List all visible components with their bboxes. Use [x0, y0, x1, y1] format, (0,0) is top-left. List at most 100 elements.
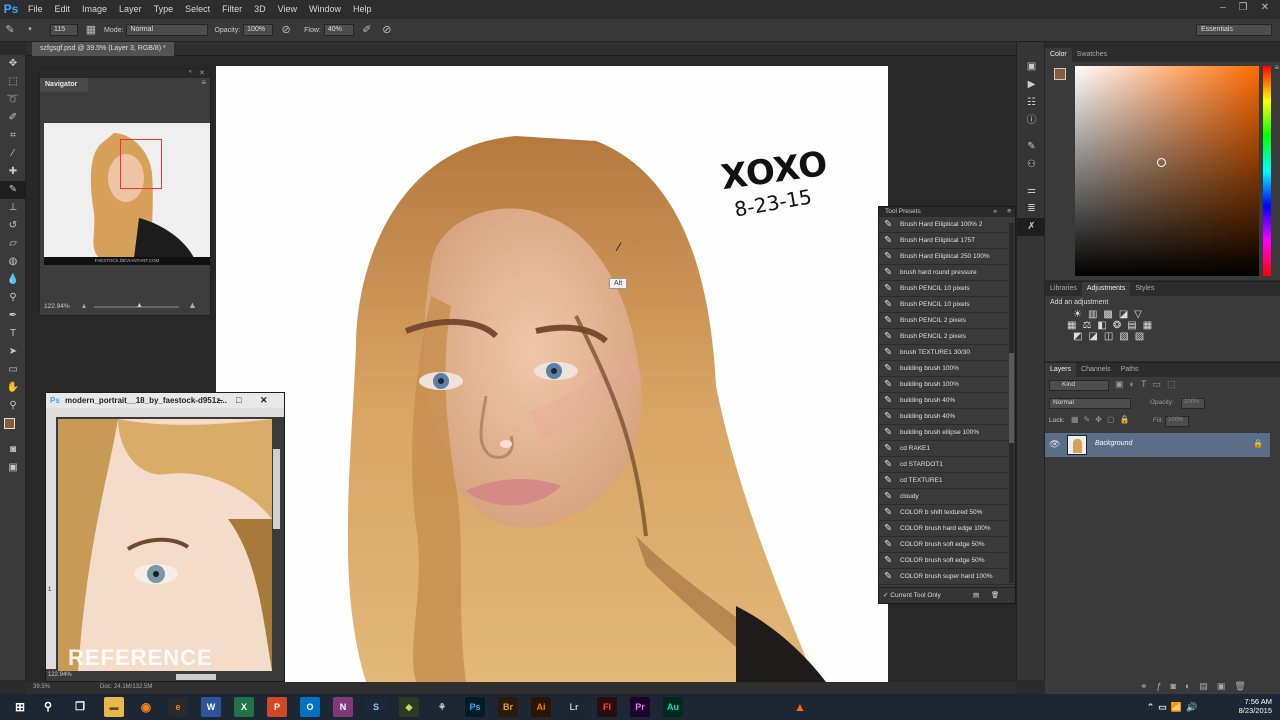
menu-select[interactable]: Select — [179, 0, 216, 19]
preset-item[interactable]: ✎ Brush PENCIL 10 pixels — [879, 297, 1015, 313]
character-panel-icon[interactable]: ⚌ — [1017, 182, 1046, 200]
hand-tool-icon[interactable]: ✋ — [0, 379, 26, 397]
foreground-color-chip[interactable] — [1054, 68, 1066, 80]
preset-item[interactable]: ✎ COLOR brush super hard 100% — [879, 569, 1015, 585]
hue-slider[interactable] — [1263, 66, 1271, 276]
layer-filter-icons[interactable]: ▣◐T▭⬚ — [1115, 379, 1181, 390]
lasso-tool-icon[interactable]: ➰ — [0, 91, 26, 109]
taskbar-app-icon[interactable]: e — [168, 697, 188, 717]
paragraph-panel-icon[interactable]: ≣ — [1017, 200, 1046, 218]
layer-name[interactable]: Background — [1095, 440, 1132, 447]
restore-icon[interactable]: ❐ — [1236, 2, 1250, 13]
airbrush-icon[interactable]: ✐ — [360, 23, 374, 37]
preset-item[interactable]: ✎ building brush ellipse 100% — [879, 425, 1015, 441]
maximize-icon[interactable]: □ — [236, 393, 241, 408]
adjustment-icons-row-3[interactable]: ◩◪◫▧▨ — [1045, 331, 1280, 342]
crop-tool-icon[interactable]: ⌗ — [0, 127, 26, 145]
panel-menu-icon[interactable]: ≡ — [1007, 207, 1011, 217]
color-field[interactable] — [1075, 66, 1259, 276]
screen-mode-icon[interactable]: ▣ — [0, 459, 26, 477]
menu-help[interactable]: Help — [347, 0, 378, 19]
preset-item[interactable]: ✎ Brush Hard Elliptical 175T — [879, 233, 1015, 249]
preset-item[interactable]: ✎ building brush 100% — [879, 361, 1015, 377]
taskbar-clock[interactable]: 7:56 AM 8/23/2015 — [1232, 697, 1272, 715]
tab-libraries[interactable]: Libraries — [1045, 282, 1082, 296]
navigator-view-box[interactable] — [120, 139, 162, 189]
panel-menu-icon[interactable]: ≡ — [201, 78, 206, 87]
close-icon[interactable]: ✕ — [260, 393, 268, 408]
info-icon[interactable]: ⓘ — [1017, 112, 1046, 130]
preset-item[interactable]: ✎ COLOR brush soft edge 50% — [879, 553, 1015, 569]
visibility-eye-icon[interactable]: 👁 — [1049, 439, 1060, 450]
preset-item[interactable]: ✎ building brush 40% — [879, 409, 1015, 425]
preset-item[interactable]: ✎ cd TEXTURE1 — [879, 473, 1015, 489]
preset-item[interactable]: ✎ COLOR brush soft edge 50% — [879, 537, 1015, 553]
mode-select[interactable]: Normal — [126, 24, 209, 36]
taskbar-app-icon[interactable]: Pr — [630, 697, 650, 717]
actions-icon[interactable]: ▶ — [1017, 76, 1046, 94]
healing-brush-tool-icon[interactable]: ✚ — [0, 163, 26, 181]
collapse-icon[interactable]: « — [189, 69, 192, 75]
tool-presets-icon[interactable]: ✗ — [1017, 218, 1046, 236]
taskbar-app-icon[interactable]: N — [333, 697, 353, 717]
taskbar-app-icon[interactable]: W — [201, 697, 221, 717]
lock-icons[interactable]: ▦✎✥▢🔒 — [1071, 415, 1134, 424]
color-swatches[interactable] — [0, 415, 26, 441]
history-brush-tool-icon[interactable]: ↺ — [0, 217, 26, 235]
zoom-tool-icon[interactable]: ⚲ — [0, 397, 26, 415]
menu-file[interactable]: File — [22, 0, 49, 19]
preset-item[interactable]: ✎ Brush PENCIL 10 pixels — [879, 281, 1015, 297]
opacity-input[interactable]: 100% — [243, 24, 274, 36]
taskbar-app-icon[interactable]: Br — [498, 697, 518, 717]
taskbar-app-icon[interactable]: Ai — [531, 697, 551, 717]
current-tool-only-label[interactable]: Current Tool Only — [890, 592, 940, 599]
adjustment-icons-row-1[interactable]: ☀▥▩◪▽ — [1045, 309, 1280, 320]
preset-item[interactable]: ✎ cd RAKE1 — [879, 441, 1015, 457]
history-icon[interactable]: ▣ — [1017, 58, 1046, 76]
firefox-icon[interactable]: ◉ — [136, 697, 156, 717]
preset-item[interactable]: ✎ COLOR brush hard edge 100% — [879, 521, 1015, 537]
photoshop-logo-icon[interactable]: Ps — [0, 0, 22, 19]
taskbar-app-icon[interactable]: X — [234, 697, 254, 717]
layer-row-background[interactable]: 👁 Background 🔒 — [1045, 433, 1270, 457]
new-preset-icon[interactable]: ▤ — [973, 588, 979, 604]
trash-icon[interactable]: 🗑 — [991, 588, 999, 604]
preset-item[interactable]: ✎ Brush Hard Elliptical 250 100% — [879, 249, 1015, 265]
preset-item[interactable]: ✎ Brush Hard Elliptical 100% 2 — [879, 217, 1015, 233]
collapse-icon[interactable]: » — [993, 207, 997, 217]
tab-styles[interactable]: Styles — [1130, 282, 1159, 296]
vlc-icon[interactable]: ▲ — [790, 697, 810, 717]
color-picker-cursor[interactable] — [1157, 158, 1166, 167]
properties-icon[interactable]: ☷ — [1017, 94, 1046, 112]
tab-paths[interactable]: Paths — [1116, 363, 1144, 377]
vertical-scrollbar[interactable] — [273, 449, 280, 529]
task-view-icon[interactable]: ❐ — [70, 697, 90, 717]
panel-titlebar[interactable]: « ✕ — [40, 69, 210, 78]
navigator-thumbnail[interactable]: FAESTOCK.DEVIANTART.COM — [44, 123, 210, 265]
minimize-icon[interactable]: – — [218, 393, 223, 408]
dodge-tool-icon[interactable]: ⚲ — [0, 289, 26, 307]
menu-3d[interactable]: 3D — [248, 0, 272, 19]
menu-window[interactable]: Window — [303, 0, 347, 19]
tab-adjustments[interactable]: Adjustments — [1081, 282, 1131, 296]
preset-item[interactable]: ✎ brush hard round pressure — [879, 265, 1015, 281]
taskbar-app-icon[interactable]: Fl — [597, 697, 617, 717]
layer-fill-input[interactable]: 100% — [1165, 416, 1189, 427]
panel-menu-icon[interactable]: ≡ — [1274, 63, 1279, 72]
taskbar-app-icon[interactable]: ⚘ — [432, 697, 452, 717]
zoom-out-icon[interactable]: ▴ — [82, 301, 86, 310]
workspace-switcher[interactable]: Essentials — [1196, 24, 1272, 36]
layer-filter-select[interactable]: Kind — [1049, 380, 1109, 391]
menu-filter[interactable]: Filter — [216, 0, 248, 19]
system-tray-icons[interactable]: ⌃▭📶🔊 — [1144, 697, 1204, 717]
clone-source-icon[interactable]: ⚇ — [1017, 156, 1046, 174]
checkbox-icon[interactable]: ✓ — [883, 592, 888, 599]
preset-item[interactable]: ✎ cloudy — [879, 489, 1015, 505]
quick-mask-icon[interactable]: ◙ — [0, 441, 26, 459]
eraser-tool-icon[interactable]: ▱ — [0, 235, 26, 253]
document-tab[interactable]: szfgsgf.psd @ 39.5% (Layer 3, RGB/8) * — [32, 42, 174, 56]
minimize-icon[interactable]: – — [1216, 2, 1230, 13]
tab-layers[interactable]: Layers — [1045, 363, 1077, 377]
blur-tool-icon[interactable]: 💧 — [0, 271, 26, 289]
zoom-in-icon[interactable]: ▲ — [188, 300, 197, 310]
